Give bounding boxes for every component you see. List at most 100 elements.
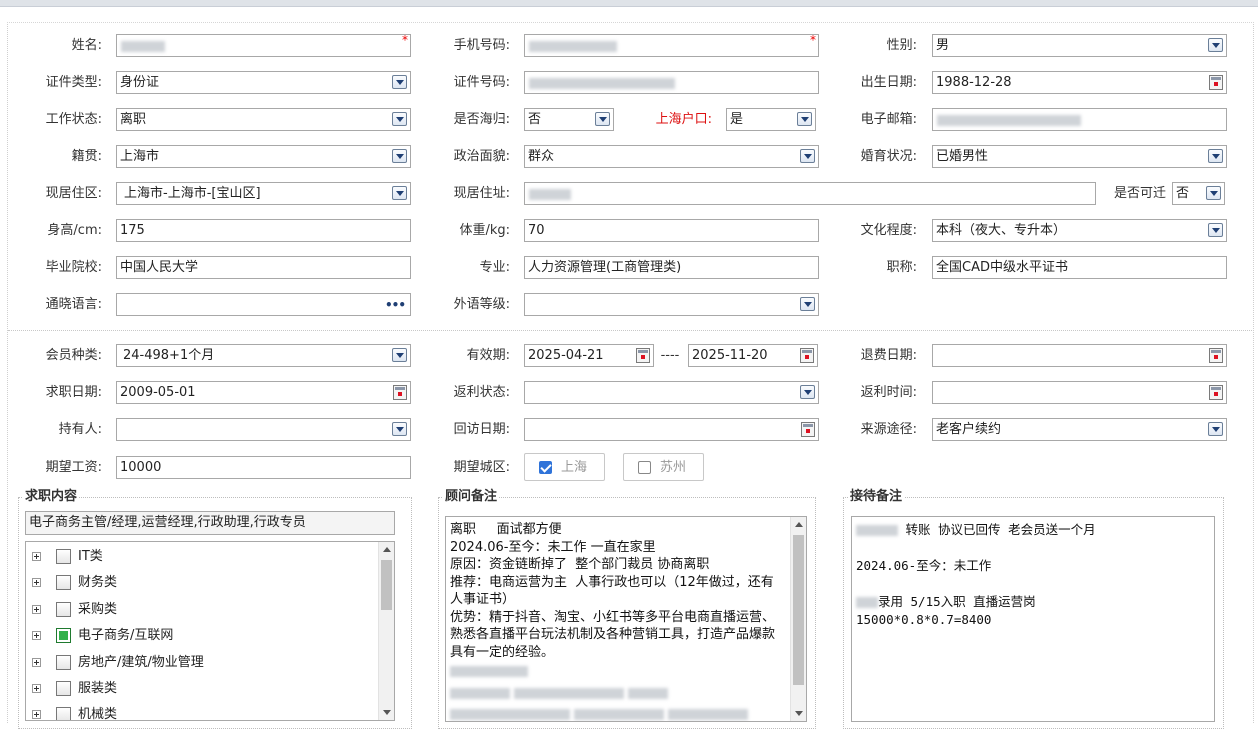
weight-field[interactable]: 70 (524, 219, 819, 242)
chevron-down-icon[interactable] (1208, 38, 1223, 52)
chevron-down-icon[interactable] (800, 385, 815, 399)
expand-icon[interactable] (32, 605, 41, 614)
chevron-down-icon[interactable] (392, 149, 407, 163)
calendar-icon[interactable] (801, 422, 815, 437)
checkbox-icon[interactable] (56, 707, 71, 720)
phone-field[interactable]: * (524, 34, 819, 57)
calendar-icon[interactable] (636, 348, 650, 363)
expand-icon[interactable] (32, 710, 41, 719)
checkbox-checked-icon[interactable] (539, 461, 552, 474)
chevron-down-icon[interactable] (800, 297, 815, 311)
chevron-down-icon[interactable] (1208, 149, 1223, 163)
visit-date-field[interactable] (524, 418, 819, 441)
calendar-icon[interactable] (1209, 348, 1223, 363)
visit-date-label: 回访日期: (453, 422, 510, 437)
scroll-up-icon[interactable] (795, 522, 803, 527)
reception-notes-textarea[interactable]: 转账 协议已回传 老会员送一个月 2024.06-至今：未工作 录用 5/15入… (851, 516, 1215, 722)
hukou-select[interactable]: 是 (726, 108, 816, 131)
chevron-down-icon[interactable] (392, 112, 407, 126)
calendar-icon[interactable] (1209, 385, 1223, 400)
chevron-down-icon[interactable] (392, 186, 407, 200)
language-field[interactable]: ••• (116, 293, 411, 316)
scroll-up-icon[interactable] (383, 547, 391, 552)
checkbox-icon[interactable] (56, 575, 71, 590)
expand-icon[interactable] (32, 631, 41, 640)
scroll-down-icon[interactable] (795, 711, 803, 716)
expand-icon[interactable] (32, 552, 41, 561)
checkbox-icon[interactable] (56, 549, 71, 564)
chevron-down-icon[interactable] (1208, 223, 1223, 237)
address-field[interactable] (524, 182, 1096, 205)
education-select[interactable]: 本科（夜大、专升本） (932, 219, 1227, 242)
gender-value: 男 (936, 38, 950, 53)
job-summary-field[interactable]: 电子商务主管/经理,运营经理,行政助理,行政专员 (25, 511, 395, 535)
expand-icon[interactable] (32, 684, 41, 693)
id-number-field[interactable] (524, 71, 819, 94)
marital-select[interactable]: 已婚男性 (932, 145, 1227, 168)
expand-icon[interactable] (32, 578, 41, 587)
chevron-down-icon[interactable] (797, 112, 812, 126)
checkbox-icon[interactable] (56, 602, 71, 617)
chevron-down-icon[interactable] (392, 348, 407, 362)
note-line: 原因：资金链断掉了 整个部门裁员 协商离职 (450, 557, 710, 572)
rebate-time-field[interactable] (932, 381, 1227, 404)
chevron-down-icon[interactable] (1208, 422, 1223, 436)
work-status-select[interactable]: 离职 (116, 108, 411, 131)
gender-select[interactable]: 男 (932, 34, 1227, 57)
title-field[interactable]: 全国CAD中级水平证书 (932, 256, 1227, 279)
more-icon[interactable]: ••• (385, 298, 406, 312)
scroll-thumb[interactable] (793, 535, 804, 685)
scroll-thumb[interactable] (381, 560, 392, 610)
school-field[interactable]: 中国人民大学 (116, 256, 411, 279)
refund-date-field[interactable] (932, 344, 1227, 367)
calendar-icon[interactable] (1209, 75, 1223, 90)
returnee-select[interactable]: 否 (524, 108, 614, 131)
advisor-notes-scrollbar[interactable] (790, 517, 806, 721)
city-suzhou-checkbox[interactable]: 苏州 (623, 453, 704, 481)
salary-field[interactable]: 10000 (116, 456, 411, 479)
name-field[interactable]: * (116, 34, 411, 57)
advisor-notes-title: 顾问备注 (443, 487, 500, 507)
relocate-select[interactable]: 否 (1172, 182, 1225, 205)
advisor-notes-textarea[interactable]: 离职 面试都方便 2024.06-至今：未工作 一直在家里 原因：资金链断掉了 整个… (445, 516, 807, 722)
major-field[interactable]: 人力资源管理(工商管理类) (524, 256, 819, 279)
source-select[interactable]: 老客户续约 (932, 418, 1227, 441)
birth-date-field[interactable]: 1988-12-28 (932, 71, 1227, 94)
checkbox-icon[interactable] (56, 681, 71, 696)
job-date-field[interactable]: 2009-05-01 (116, 381, 411, 404)
foreign-level-select[interactable] (524, 293, 819, 316)
calendar-icon[interactable] (800, 348, 814, 363)
tree-item-label: 服装类 (78, 681, 118, 696)
validity-start-field[interactable]: 2025-04-21 (524, 344, 654, 367)
calendar-icon[interactable] (393, 385, 407, 400)
holder-select[interactable] (116, 418, 411, 441)
native-place-value: 上海市 (120, 149, 160, 164)
expand-icon[interactable] (32, 658, 41, 667)
political-select[interactable]: 群众 (524, 145, 819, 168)
checkbox-unchecked-icon[interactable] (638, 461, 651, 474)
checkbox-icon[interactable] (56, 655, 71, 670)
scroll-down-icon[interactable] (383, 710, 391, 715)
city-label: 期望城区: (453, 460, 510, 475)
job-category-tree[interactable]: IT类 财务类 采购类 电子商务/互联网 房地产/建筑/物业管理 服装类 机械类 (25, 541, 395, 721)
city-shanghai-checkbox[interactable]: 上海 (524, 453, 605, 481)
native-place-label: 籍贯: (71, 149, 102, 164)
validity-end-field[interactable]: 2025-11-20 (688, 344, 818, 367)
chevron-down-icon[interactable] (392, 75, 407, 89)
email-field[interactable] (932, 108, 1227, 131)
tree-scrollbar[interactable] (378, 542, 394, 720)
chevron-down-icon[interactable] (1206, 186, 1221, 200)
political-label: 政治面貌: (453, 149, 510, 164)
rebate-status-select[interactable] (524, 381, 819, 404)
chevron-down-icon[interactable] (800, 149, 815, 163)
member-type-select[interactable]: 24-498+1个月 (116, 344, 411, 367)
chevron-down-icon[interactable] (392, 422, 407, 436)
redacted-phone (529, 41, 617, 52)
residence-area-select[interactable]: 上海市-上海市-[宝山区] (116, 182, 411, 205)
id-type-select[interactable]: 身份证 (116, 71, 411, 94)
height-field[interactable]: 175 (116, 219, 411, 242)
chevron-down-icon[interactable] (595, 112, 610, 126)
native-place-select[interactable]: 上海市 (116, 145, 411, 168)
checkbox-partial-icon[interactable] (56, 628, 71, 643)
redacted-email (937, 115, 1081, 126)
